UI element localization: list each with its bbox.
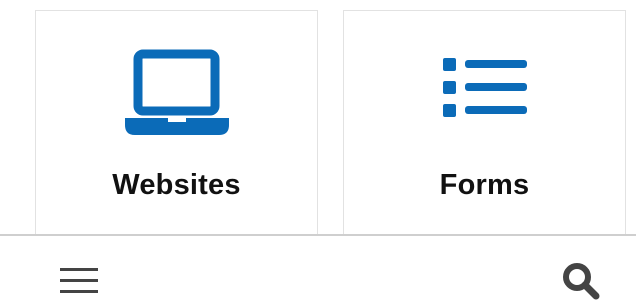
page: Websites Forms	[0, 0, 636, 304]
websites-card[interactable]: Websites	[35, 10, 318, 234]
hamburger-menu-icon	[60, 268, 98, 293]
menu-button[interactable]	[58, 262, 102, 298]
forms-card[interactable]: Forms	[343, 10, 626, 234]
list-icon	[442, 58, 527, 117]
forms-label: Forms	[439, 169, 530, 201]
search-button[interactable]	[560, 260, 604, 300]
bottom-navigation-bar	[0, 234, 636, 304]
websites-label: Websites	[112, 169, 241, 201]
search-icon	[563, 263, 600, 300]
laptop-icon	[124, 49, 229, 135]
